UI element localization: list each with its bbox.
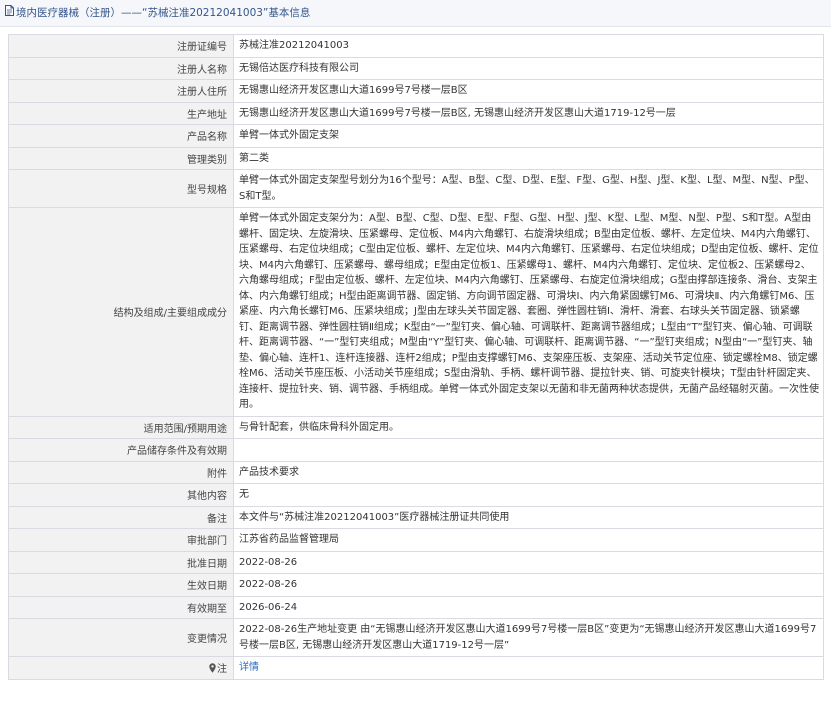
row-label: 型号规格	[8, 169, 234, 208]
table-row: 产品储存条件及有效期	[8, 438, 824, 462]
row-value: 无锡惠山经济开发区惠山大道1699号7号楼一层B区, 无锡惠山经济开发区惠山大道…	[233, 101, 824, 125]
row-label: 管理类别	[8, 146, 234, 170]
table-row: 适用范围/预期用途 与骨针配套，供临床骨科外固定用。	[8, 415, 824, 439]
table-row-footer: 注 详情	[8, 656, 824, 680]
row-label: 变更情况	[8, 618, 234, 657]
location-pin-icon	[209, 662, 216, 676]
row-value: 2026-06-24	[233, 595, 824, 619]
row-label: 生产地址	[8, 101, 234, 125]
row-value	[233, 438, 824, 462]
table-row: 结构及组成/主要组成成分 单臂一体式外固定支架分为：A型、B型、C型、D型、E型…	[8, 207, 824, 417]
row-label: 批准日期	[8, 550, 234, 574]
table-row: 其他内容 无	[8, 483, 824, 507]
row-value: 产品技术要求	[233, 460, 824, 484]
details-link[interactable]: 详情	[239, 662, 259, 673]
row-label: 结构及组成/主要组成成分	[8, 207, 234, 417]
table-row: 备注 本文件与“苏械注准20212041003”医疗器械注册证共同使用	[8, 505, 824, 529]
table-row: 注册证编号 苏械注准20212041003	[8, 34, 824, 58]
row-label: 有效期至	[8, 595, 234, 619]
row-value: 本文件与“苏械注准20212041003”医疗器械注册证共同使用	[233, 505, 824, 529]
info-table: 注册证编号 苏械注准20212041003 注册人名称 无锡倍达医疗科技有限公司…	[8, 34, 824, 680]
table-row: 型号规格 单臂一体式外固定支架型号划分为16个型号：A型、B型、C型、D型、E型…	[8, 169, 824, 208]
row-label: 备注	[8, 505, 234, 529]
row-label: 生效日期	[8, 573, 234, 597]
table-row: 注册人名称 无锡倍达医疗科技有限公司	[8, 56, 824, 80]
row-value: 单臂一体式外固定支架型号划分为16个型号：A型、B型、C型、D型、E型、F型、G…	[233, 169, 824, 208]
table-row: 生效日期 2022-08-26	[8, 573, 824, 597]
table-row: 有效期至 2026-06-24	[8, 595, 824, 619]
table-row: 批准日期 2022-08-26	[8, 550, 824, 574]
row-value: 2022-08-26生产地址变更 由“无锡惠山经济开发区惠山大道1699号7号楼…	[233, 618, 824, 657]
row-value: 详情	[233, 656, 824, 680]
row-label: 注册人住所	[8, 79, 234, 103]
table-row: 产品名称 单臂一体式外固定支架	[8, 124, 824, 148]
row-label: 产品名称	[8, 124, 234, 148]
row-value: 单臂一体式外固定支架分为：A型、B型、C型、D型、E型、F型、G型、H型、J型、…	[233, 207, 824, 417]
table-row: 生产地址 无锡惠山经济开发区惠山大道1699号7号楼一层B区, 无锡惠山经济开发…	[8, 101, 824, 125]
row-value: 2022-08-26	[233, 573, 824, 597]
row-label: 注册人名称	[8, 56, 234, 80]
row-value: 第二类	[233, 146, 824, 170]
row-label: 产品储存条件及有效期	[8, 438, 234, 462]
page-title: 境内医疗器械（注册）——“苏械注准20212041003”基本信息	[16, 7, 311, 19]
row-label: 其他内容	[8, 483, 234, 507]
row-value: 无锡倍达医疗科技有限公司	[233, 56, 824, 80]
row-label: 注	[8, 656, 234, 680]
table-row: 变更情况 2022-08-26生产地址变更 由“无锡惠山经济开发区惠山大道169…	[8, 618, 824, 657]
row-label: 注册证编号	[8, 34, 234, 58]
row-value: 无	[233, 483, 824, 507]
table-row: 附件 产品技术要求	[8, 460, 824, 484]
row-label: 审批部门	[8, 528, 234, 552]
page-header: 境内医疗器械（注册）——“苏械注准20212041003”基本信息	[0, 0, 831, 27]
row-value: 与骨针配套，供临床骨科外固定用。	[233, 415, 824, 439]
row-label: 适用范围/预期用途	[8, 415, 234, 439]
footer-label: 注	[217, 664, 227, 675]
row-value: 单臂一体式外固定支架	[233, 124, 824, 148]
row-value: 苏械注准20212041003	[233, 34, 824, 58]
row-value: 2022-08-26	[233, 550, 824, 574]
info-table-wrapper: 注册证编号 苏械注准20212041003 注册人名称 无锡倍达医疗科技有限公司…	[8, 34, 824, 680]
document-icon	[5, 0, 14, 26]
row-label: 附件	[8, 460, 234, 484]
table-row: 审批部门 江苏省药品监督管理局	[8, 528, 824, 552]
table-row: 管理类别 第二类	[8, 146, 824, 170]
row-value: 江苏省药品监督管理局	[233, 528, 824, 552]
row-value: 无锡惠山经济开发区惠山大道1699号7号楼一层B区	[233, 79, 824, 103]
table-row: 注册人住所 无锡惠山经济开发区惠山大道1699号7号楼一层B区	[8, 79, 824, 103]
